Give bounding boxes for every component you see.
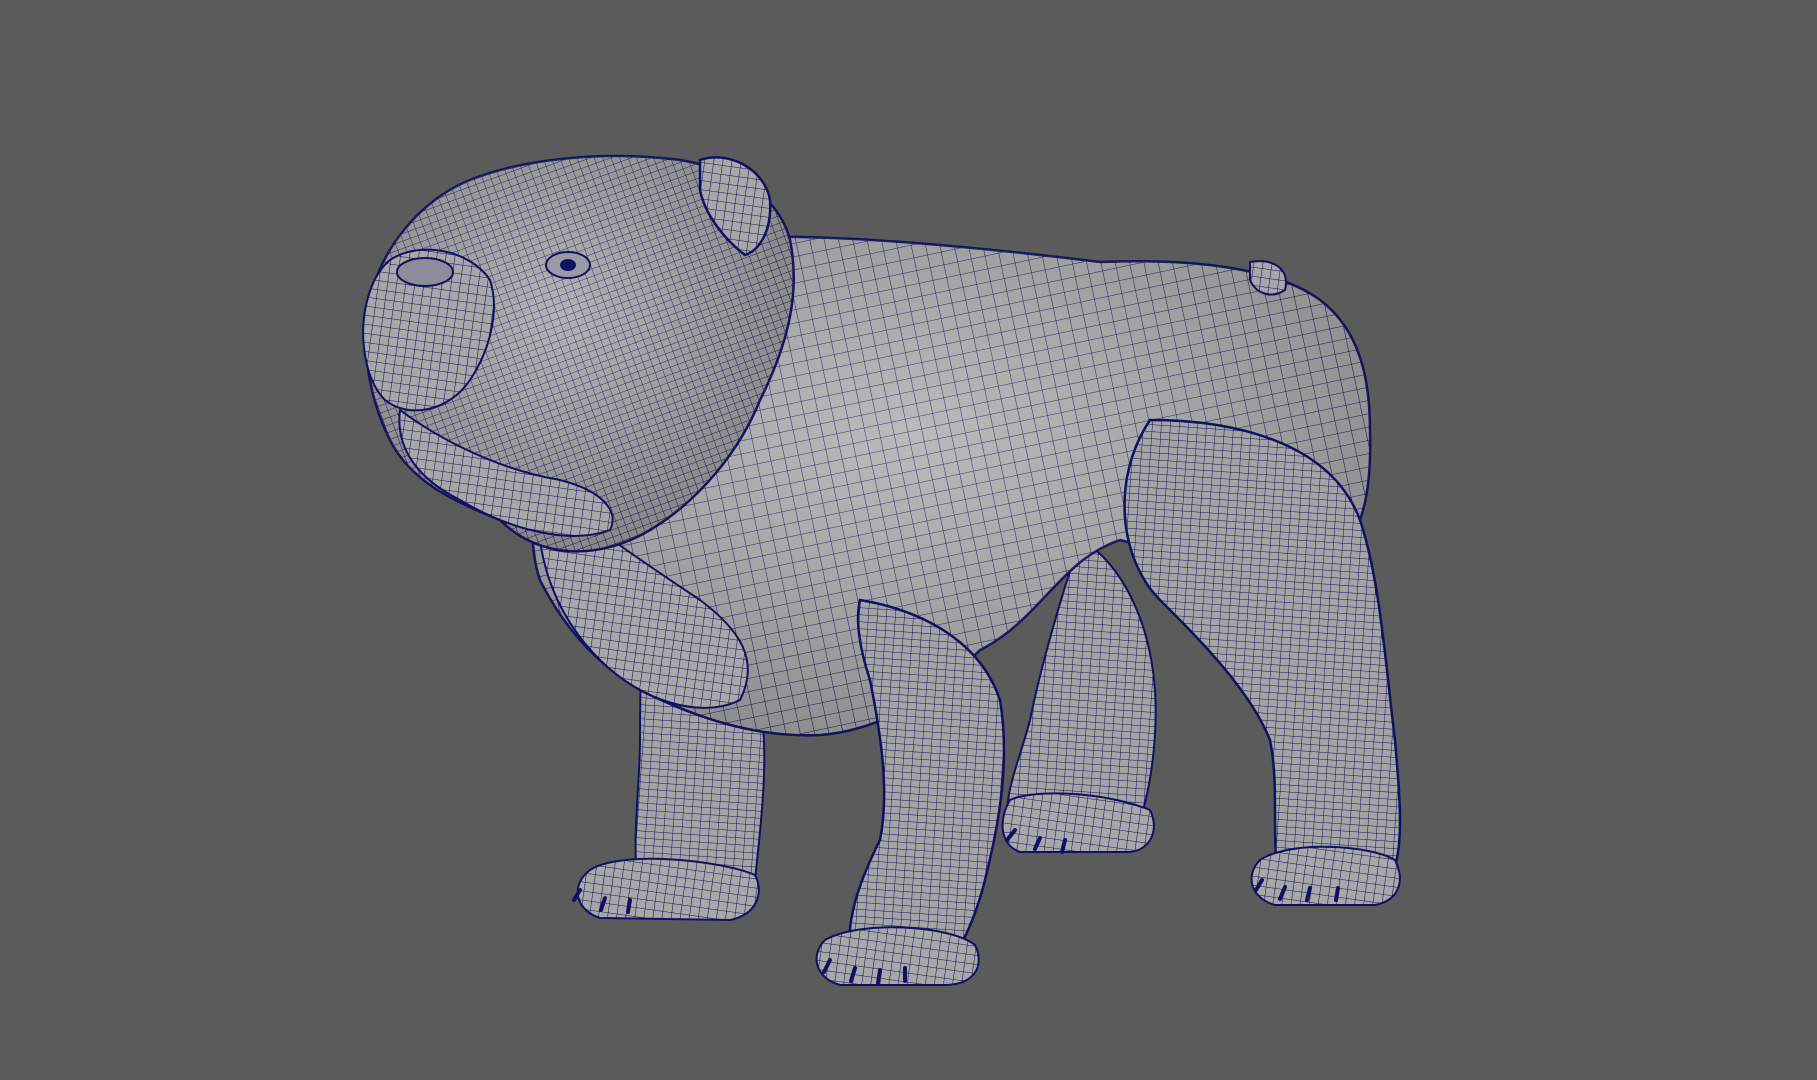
nose	[396, 257, 454, 287]
3d-viewport[interactable]	[0, 0, 1817, 1080]
pupil	[560, 259, 576, 271]
bulldog-wireframe-model[interactable]	[0, 0, 1817, 1080]
